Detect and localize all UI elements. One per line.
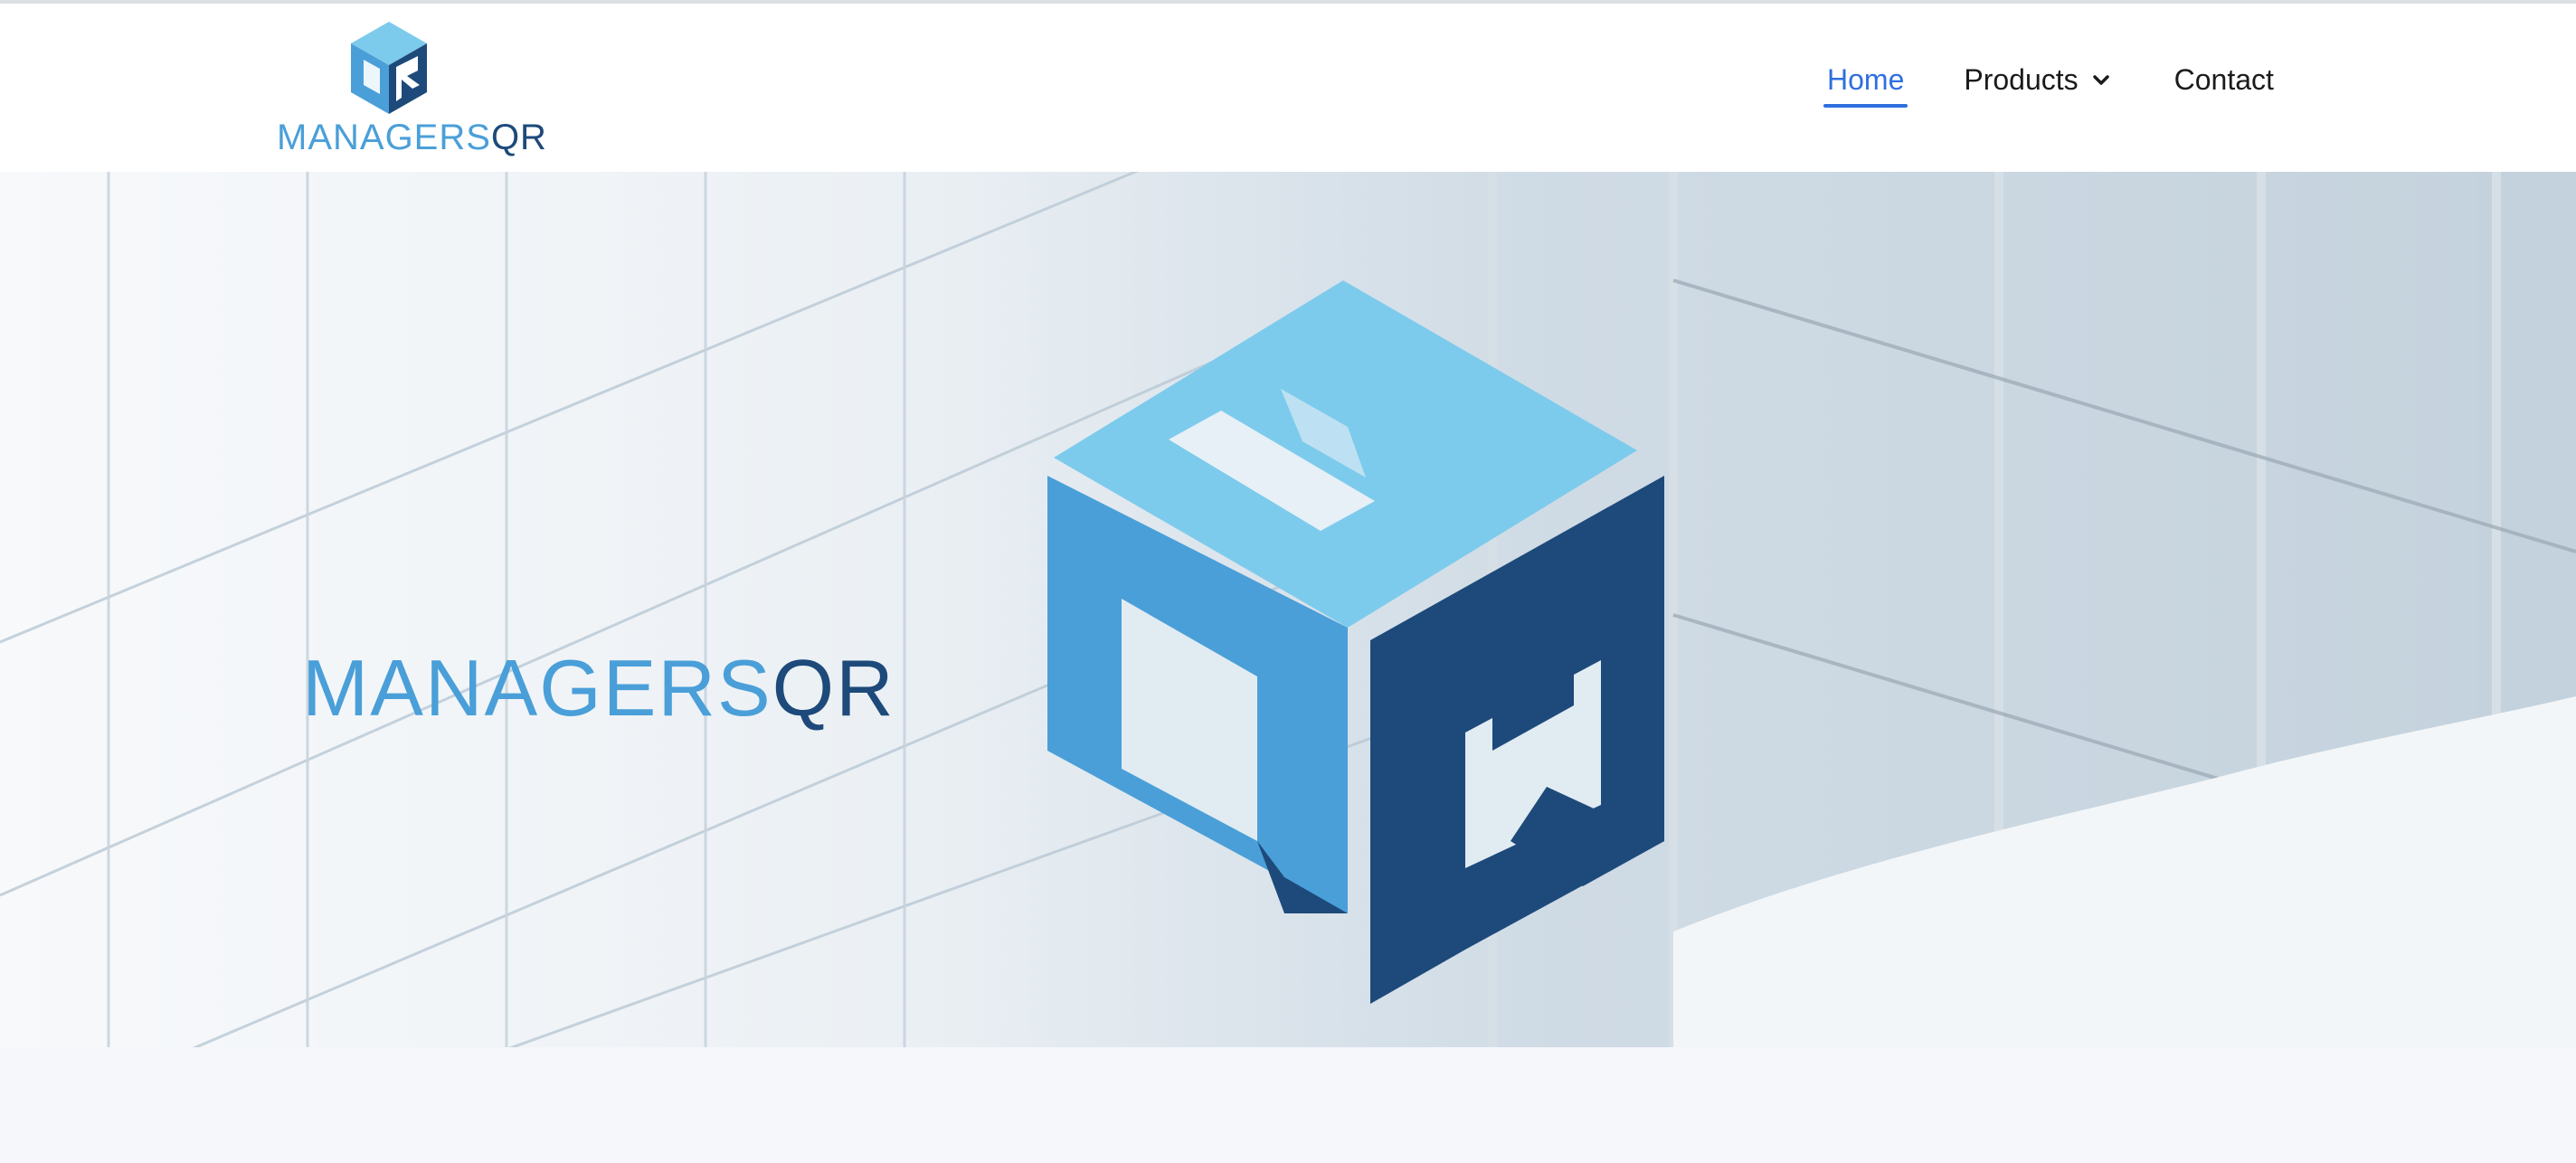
nav-home[interactable]: Home: [1823, 63, 1908, 108]
nav-products-label: Products: [1964, 63, 2079, 96]
content-section: [0, 1047, 2576, 1163]
nav-home-label: Home: [1827, 63, 1905, 96]
mqr-cube-logo: [1047, 280, 1664, 1004]
brand-link[interactable]: MANAGERSQR: [271, 20, 546, 165]
main-nav: Home Products Contact: [1823, 63, 2274, 108]
site-header: MANAGERSQR Home Products Contact: [0, 4, 2576, 172]
brand-logo-icon: [351, 22, 427, 114]
brand-name-secondary: QR: [490, 118, 547, 157]
hero-title-primary: MANAGERS: [302, 643, 772, 733]
brand-wordmark: MANAGERSQR: [277, 118, 547, 158]
hero-title-secondary: QR: [772, 643, 895, 733]
hero-banner: MANAGERSQR: [0, 172, 2576, 1047]
nav-products[interactable]: Products: [1964, 63, 2109, 108]
nav-contact-label: Contact: [2174, 63, 2274, 96]
hero-title: MANAGERSQR: [302, 642, 895, 734]
nav-contact[interactable]: Contact: [2174, 63, 2274, 108]
chevron-down-icon: [2092, 74, 2109, 85]
brand-name-primary: MANAGERS: [277, 118, 491, 157]
